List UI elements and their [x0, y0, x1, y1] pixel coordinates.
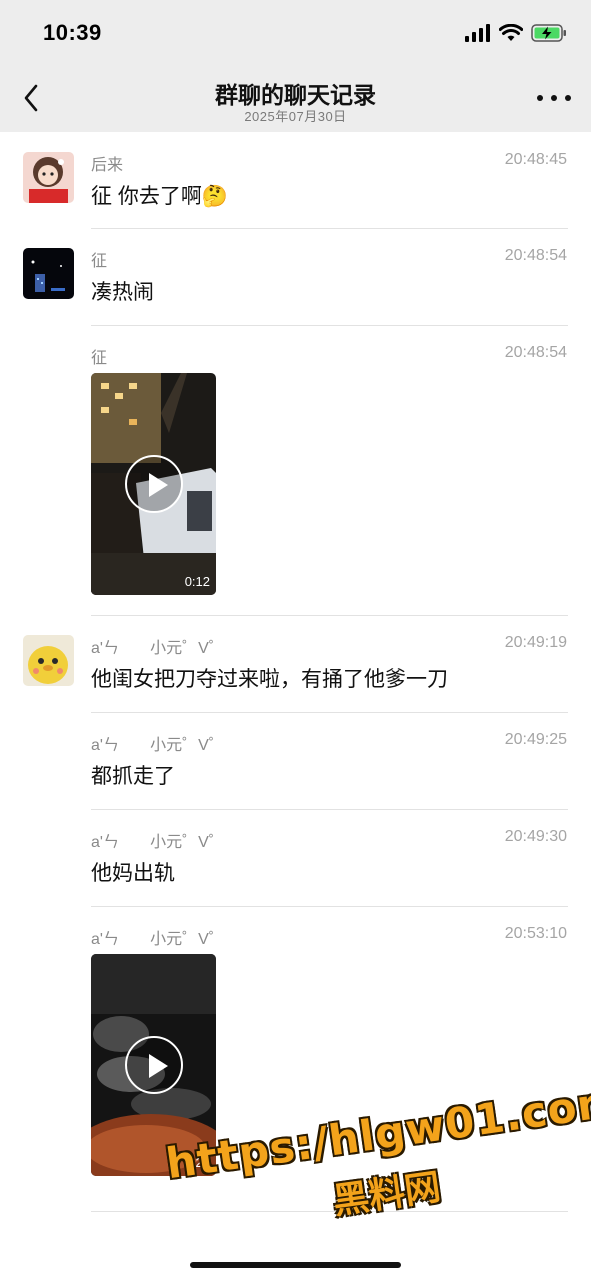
video-message[interactable]: 0:12	[91, 373, 216, 595]
message-item[interactable]: 征 20:48:54 凑热闹	[0, 228, 591, 326]
video-duration: 0:12	[184, 574, 210, 589]
girl-avatar	[23, 152, 74, 203]
watermark-name: 黑料网	[330, 1165, 444, 1222]
page-title: 群聊的聊天记录	[215, 82, 376, 108]
message-item[interactable]: a'ㄣ 小元゜V゜ 20:49:25 都抓走了	[0, 712, 591, 810]
status-time: 10:39	[43, 20, 102, 45]
message-item[interactable]: a'ㄣ 小元゜V゜ 20:49:19 他闺女把刀夺过来啦，有捅了他爹一刀	[0, 615, 591, 713]
play-icon[interactable]	[124, 455, 183, 513]
message-item[interactable]: 后来 20:48:45 征 你去了啊🤔	[0, 132, 591, 229]
yellow-duck-avatar	[23, 635, 74, 686]
message-time: 20:48:54	[504, 344, 567, 361]
message-text[interactable]: 他妈出轨	[91, 857, 175, 887]
avatar[interactable]	[23, 635, 74, 686]
sender-name: 后来	[91, 157, 124, 174]
sender-name: a'ㄣ 小元゜V゜	[91, 931, 225, 948]
wifi-icon	[499, 24, 523, 41]
nav-bar: 群聊的聊天记录 2025年07月30日	[0, 66, 591, 132]
battery-charging-icon	[531, 24, 566, 42]
message-item[interactable]: 征 20:48:54 0:12	[0, 325, 591, 616]
night-scene-avatar	[23, 248, 74, 299]
status-bar: 10:39	[0, 0, 591, 66]
play-icon[interactable]	[124, 1036, 183, 1094]
message-time: 20:49:30	[504, 828, 567, 845]
cellular-signal-icon	[465, 24, 490, 42]
message-time: 20:49:19	[504, 634, 567, 651]
sender-name: a'ㄣ 小元゜V゜	[91, 834, 225, 851]
more-dot	[565, 95, 571, 101]
sender-name: 征	[91, 253, 108, 270]
message-text[interactable]: 都抓走了	[91, 760, 175, 790]
home-indicator[interactable]	[190, 1262, 401, 1268]
sender-name: a'ㄣ 小元゜V゜	[91, 737, 225, 754]
more-dot	[551, 95, 557, 101]
message-text[interactable]: 征 你去了啊🤔	[91, 180, 228, 210]
sender-name: a'ㄣ 小元゜V゜	[91, 640, 225, 657]
status-icons	[465, 24, 567, 42]
message-text[interactable]: 他闺女把刀夺过来啦，有捅了他爹一刀	[91, 663, 448, 693]
avatar[interactable]	[23, 248, 74, 299]
message-time: 20:53:10	[504, 925, 567, 942]
message-time: 20:48:54	[504, 247, 567, 264]
avatar[interactable]	[23, 152, 74, 203]
more-dots-icon	[537, 95, 543, 101]
sender-name: 征	[91, 350, 108, 367]
message-list[interactable]: 后来 20:48:45 征 你去了啊🤔 征 20:48:54 凑热闹 征 20:…	[0, 132, 591, 1212]
message-item[interactable]: a'ㄣ 小元゜V゜ 20:49:30 他妈出轨	[0, 809, 591, 907]
message-text[interactable]: 凑热闹	[91, 276, 154, 306]
message-time: 20:48:45	[504, 151, 567, 168]
more-button[interactable]	[537, 88, 571, 108]
page-subtitle-date: 2025年07月30日	[244, 109, 347, 124]
message-time: 20:49:25	[504, 731, 567, 748]
